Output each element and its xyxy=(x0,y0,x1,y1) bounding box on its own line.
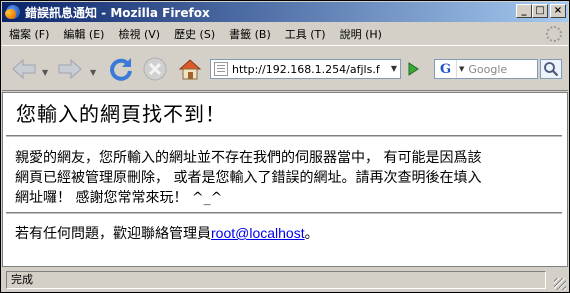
resize-grip-icon[interactable] xyxy=(554,278,566,290)
contact-suffix: 。 xyxy=(304,226,319,242)
menu-edit[interactable]: 編輯 (E) xyxy=(56,26,111,42)
browser-window: 錯誤訊息通知 - Mozilla Firefox _ □ × 檔案 (F) 編輯… xyxy=(0,0,570,293)
home-icon xyxy=(178,59,202,80)
admin-email-link[interactable]: root@localhost xyxy=(211,225,305,241)
menu-file[interactable]: 檔案 (F) xyxy=(2,26,56,42)
maximize-button[interactable]: □ xyxy=(532,4,548,18)
menu-tools[interactable]: 工具 (T) xyxy=(278,26,333,42)
url-dropdown-icon[interactable]: ▼ xyxy=(391,64,397,73)
status-text: 完成 xyxy=(6,271,546,289)
magnifier-icon xyxy=(544,62,559,77)
address-bar[interactable]: http://192.168.1.254/afjls.f ▼ xyxy=(210,59,401,79)
forward-button[interactable] xyxy=(54,52,86,86)
message-line: 網址囉！ 感謝您常常來玩！ ^_^ xyxy=(15,190,223,206)
divider xyxy=(6,212,562,214)
message-paragraph: 親愛的網友，您所輸入的網址並不存在我們的伺服器當中， 有可能是因爲該 網頁已經被… xyxy=(15,148,555,208)
minimize-button[interactable]: _ xyxy=(516,4,532,18)
stop-icon xyxy=(143,57,167,81)
page-heading: 您輸入的網頁找不到！ xyxy=(16,102,226,126)
stop-button[interactable] xyxy=(139,52,171,86)
search-input[interactable]: Google xyxy=(468,63,507,76)
menu-bookmarks[interactable]: 書籤 (B) xyxy=(222,26,278,42)
menu-view[interactable]: 檢視 (V) xyxy=(111,26,167,42)
search-button[interactable] xyxy=(540,59,562,79)
firefox-icon xyxy=(5,4,21,20)
page-content: 您輸入的網頁找不到！ 親愛的網友，您所輸入的網址並不存在我們的伺服器當中， 有可… xyxy=(2,92,568,267)
go-arrow-icon xyxy=(408,62,419,76)
home-button[interactable] xyxy=(174,52,206,86)
contact-prefix: 若有任何問題，歡迎聯絡管理員 xyxy=(15,226,211,242)
contact-line: 若有任何問題，歡迎聯絡管理員root@localhost。 xyxy=(15,223,319,243)
divider xyxy=(6,135,562,137)
url-text[interactable]: http://192.168.1.254/afjls.f xyxy=(232,63,380,76)
navigation-toolbar: ▼ ▼ http://192.168.1.254/afjls.f ▼ G ▼ G… xyxy=(2,45,568,91)
search-box[interactable]: G ▼ Google xyxy=(434,59,538,79)
message-line: 親愛的網友，您所輸入的網址並不存在我們的伺服器當中， 有可能是因爲該 xyxy=(15,150,482,166)
window-title: 錯誤訊息通知 - Mozilla Firefox xyxy=(25,5,210,20)
close-button[interactable]: × xyxy=(550,4,566,18)
title-bar[interactable]: 錯誤訊息通知 - Mozilla Firefox _ □ × xyxy=(2,2,568,22)
menu-help[interactable]: 說明 (H) xyxy=(333,26,389,42)
forward-arrow-icon xyxy=(58,58,82,80)
forward-history-dropdown-icon[interactable]: ▼ xyxy=(90,68,96,77)
message-line: 網頁已經被管理原刪除， 或者是您輸入了錯誤的網址。請再次查明後在填入 xyxy=(15,170,482,186)
go-button[interactable] xyxy=(404,60,422,78)
throbber-icon xyxy=(546,26,562,42)
menu-bar: 檔案 (F) 編輯 (E) 檢視 (V) 歷史 (S) 書籤 (B) 工具 (T… xyxy=(2,23,568,44)
status-bar: 完成 xyxy=(2,268,568,292)
google-icon[interactable]: G xyxy=(435,60,457,78)
back-history-dropdown-icon[interactable]: ▼ xyxy=(42,68,48,77)
page-icon xyxy=(214,62,228,76)
window-controls: _ □ × xyxy=(516,4,566,18)
reload-icon xyxy=(110,58,132,81)
search-engine-dropdown-icon[interactable]: ▼ xyxy=(459,65,464,73)
back-button[interactable] xyxy=(8,52,40,86)
back-arrow-icon xyxy=(12,58,36,80)
reload-button[interactable] xyxy=(105,52,137,86)
menu-history[interactable]: 歷史 (S) xyxy=(167,26,222,42)
